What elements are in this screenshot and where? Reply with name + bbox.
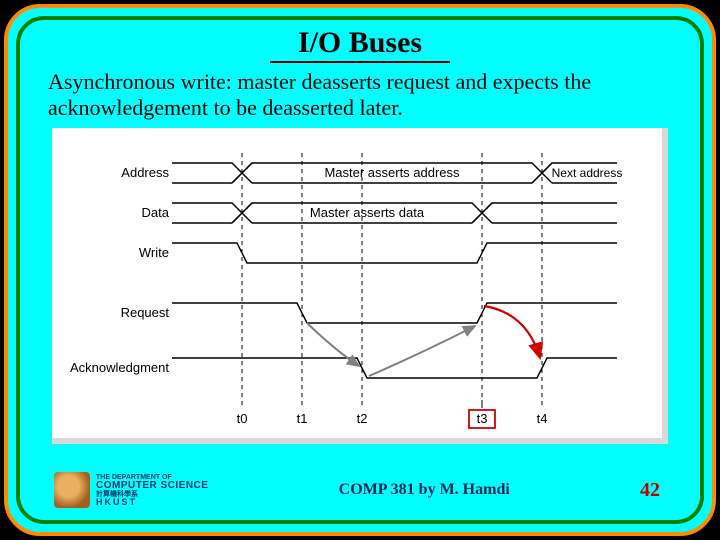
tick-t1: t1 xyxy=(297,411,308,426)
signal-label-address: Address xyxy=(121,165,169,180)
tick-t2: t2 xyxy=(357,411,368,426)
tick-t3: t3 xyxy=(477,411,488,426)
arrow-req-to-ack xyxy=(307,323,359,366)
course-footer: COMP 381 by M. Hamdi xyxy=(208,481,640,499)
logo-icon xyxy=(54,472,90,508)
slide-footer: THE DEPARTMENT OF COMPUTER SCIENCE 計算機科學… xyxy=(20,472,700,508)
dept-cs: COMPUTER SCIENCE xyxy=(96,481,208,491)
annot-next-address: Next address xyxy=(552,166,623,180)
slide-description: Asynchronous write: master deasserts req… xyxy=(48,69,672,122)
arrow-ack-to-req-deassert xyxy=(369,326,475,376)
signal-label-data: Data xyxy=(142,205,170,220)
slide-title: I/O Buses xyxy=(270,26,450,63)
timing-diagram: Address Master asserts address Next addr… xyxy=(52,128,662,438)
signal-label-ack: Acknowledgment xyxy=(70,360,169,375)
annot-master-asserts-address: Master asserts address xyxy=(324,165,460,180)
arrow-red-req-to-ack-deassert xyxy=(484,306,540,358)
signal-label-request: Request xyxy=(121,305,170,320)
page-number: 42 xyxy=(640,479,660,502)
tick-t4: t4 xyxy=(537,411,548,426)
timing-diagram-shadow: Address Master asserts address Next addr… xyxy=(52,128,668,444)
signal-label-write: Write xyxy=(139,245,169,260)
dept-logo: THE DEPARTMENT OF COMPUTER SCIENCE 計算機科學… xyxy=(54,472,208,508)
dept-hk: HKUST xyxy=(96,498,208,507)
annot-master-asserts-data: Master asserts data xyxy=(310,205,425,220)
tick-t0: t0 xyxy=(237,411,248,426)
